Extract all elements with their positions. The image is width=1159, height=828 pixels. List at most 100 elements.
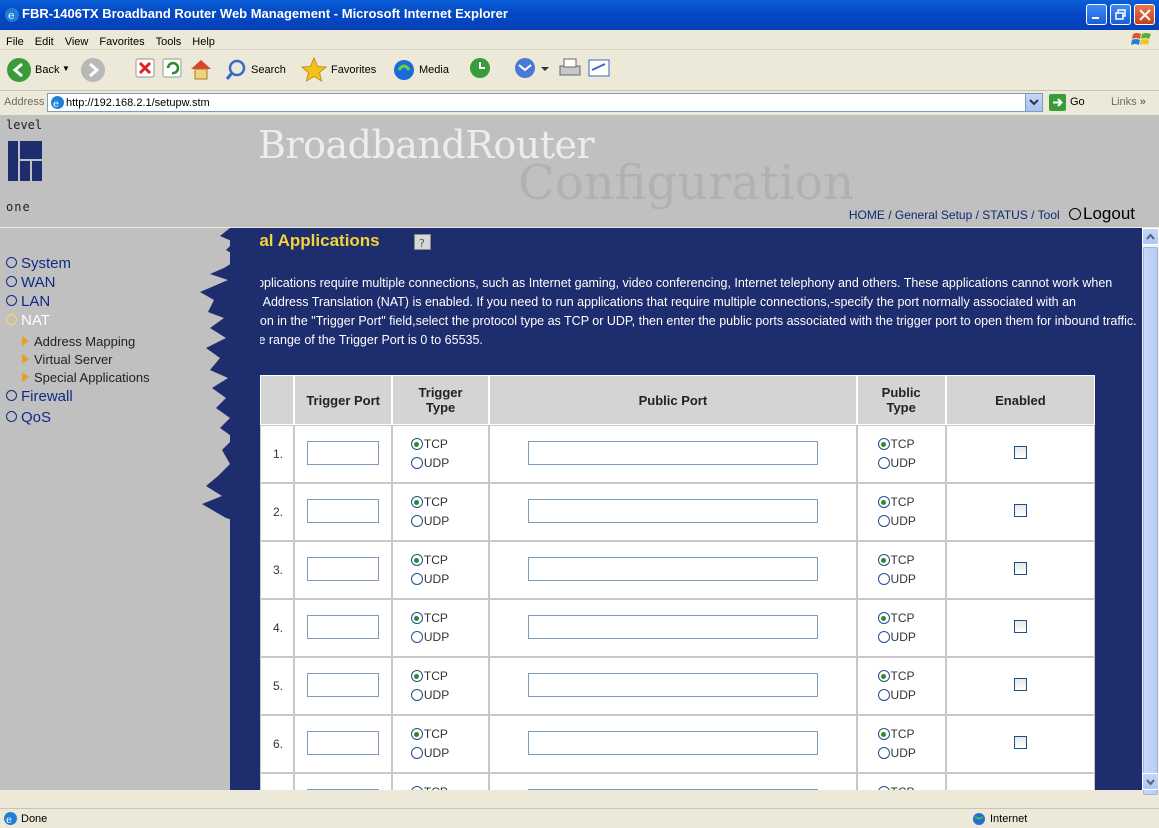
address-input[interactable]: e http://192.168.2.1/setupw.stm [47,93,1043,112]
close-button[interactable] [1134,4,1155,25]
public-type-udp-radio[interactable]: UDP [877,744,945,763]
radio-icon [877,554,890,566]
history-button[interactable] [468,56,492,86]
refresh-button[interactable] [161,56,183,86]
sidebar-sub-address-mapping[interactable]: Address Mapping [22,334,135,349]
trigger-port-input[interactable] [307,556,380,581]
public-type-udp-radio[interactable]: UDP [877,686,945,705]
trigger-type-udp-radio[interactable]: UDP [410,686,488,705]
menu-tools[interactable]: Tools [150,33,187,48]
sidebar-item-nat[interactable]: NAT [6,312,50,329]
enabled-checkbox[interactable] [1013,620,1027,633]
trigger-port-input[interactable] [307,498,380,523]
menu-edit[interactable]: Edit [29,33,59,48]
sidebar-item-lan[interactable]: LAN [6,293,50,310]
scroll-thumb[interactable] [1143,247,1158,795]
favorites-label: Favorites [331,64,377,76]
home-button[interactable] [188,56,214,86]
trigger-type-udp-radio[interactable]: UDP [410,454,488,473]
trigger-type-tcp-radio[interactable]: TCP [410,783,488,790]
help-icon[interactable]: ? [414,234,431,250]
trigger-port-input[interactable] [307,730,380,755]
table-row: 5. TCP UDP TCP UDP [260,657,1095,715]
trigger-type-tcp-radio[interactable]: TCP [410,609,488,628]
trigger-port-input[interactable] [307,788,380,790]
sidebar-item-label: NAT [21,312,50,329]
trigger-port-input[interactable] [307,614,380,639]
vertical-scrollbar[interactable] [1142,228,1159,795]
menu-file[interactable]: File [0,33,29,48]
menu-help[interactable]: Help [186,33,220,48]
sidebar-item-firewall[interactable]: Firewall [6,388,73,405]
minimize-button[interactable] [1086,4,1107,25]
radio-label: TCP [890,495,915,509]
trigger-type-udp-radio[interactable]: UDP [410,570,488,589]
trigger-type-tcp-radio[interactable]: TCP [410,551,488,570]
enabled-checkbox[interactable] [1013,504,1027,517]
public-port-input[interactable] [527,788,818,790]
public-port-input[interactable] [527,498,818,523]
search-button[interactable]: Search [224,56,298,86]
mail-button[interactable] [513,56,549,86]
toolbar: Back ▼ Search Favorites Media [0,51,1159,91]
stop-button[interactable] [134,56,156,86]
scroll-up-button[interactable] [1142,228,1159,245]
enabled-checkbox[interactable] [1013,446,1027,459]
menu-view[interactable]: View [59,33,94,48]
media-button[interactable]: Media [391,56,461,86]
public-type-tcp-radio[interactable]: TCP [877,725,945,744]
public-type-udp-radio[interactable]: UDP [877,512,945,531]
trigger-type-tcp-radio[interactable]: TCP [410,493,488,512]
enabled-checkbox[interactable] [1013,678,1027,691]
public-type-tcp-radio[interactable]: TCP [877,493,945,512]
public-port-cell [489,715,857,773]
back-dropdown-icon[interactable]: ▼ [62,64,70,73]
sidebar-sub-special-applications[interactable]: Special Applications [22,370,150,385]
public-port-input[interactable] [527,556,818,581]
sidebar-item-qos[interactable]: QoS [6,409,51,426]
nav-general-setup-link[interactable]: General Setup [895,208,972,222]
trigger-type-tcp-radio[interactable]: TCP [410,667,488,686]
trigger-type-udp-radio[interactable]: UDP [410,744,488,763]
trigger-type-tcp-radio[interactable]: TCP [410,435,488,454]
trigger-type-udp-radio[interactable]: UDP [410,628,488,647]
public-port-input[interactable] [527,440,818,465]
trigger-type-udp-radio[interactable]: UDP [410,512,488,531]
radio-label: UDP [423,456,450,470]
trigger-type-tcp-radio[interactable]: TCP [410,725,488,744]
public-type-udp-radio[interactable]: UDP [877,628,945,647]
public-type-tcp-radio[interactable]: TCP [877,667,945,686]
nav-status-link[interactable]: STATUS [982,208,1028,222]
trigger-port-input[interactable] [307,672,380,697]
favorites-button[interactable]: Favorites [300,56,384,86]
nav-home-link[interactable]: HOME [849,208,885,222]
address-dropdown-icon[interactable] [1025,94,1042,111]
menu-favorites[interactable]: Favorites [93,33,149,48]
scroll-down-button[interactable] [1142,773,1159,790]
public-port-input[interactable] [527,614,818,639]
sidebar-sub-virtual-server[interactable]: Virtual Server [22,352,113,367]
public-type-tcp-radio[interactable]: TCP [877,435,945,454]
go-button[interactable]: Go [1049,93,1091,112]
print-button[interactable] [557,56,583,86]
public-type-udp-radio[interactable]: UDP [877,454,945,473]
back-button[interactable]: Back ▼ [6,56,70,86]
sidebar-item-system[interactable]: System [6,255,71,272]
links-label[interactable]: Links » [1111,96,1146,108]
logout-link[interactable]: Logout [1069,204,1135,223]
sidebar-item-wan[interactable]: WAN [6,274,55,291]
nav-tool-link[interactable]: Tool [1038,208,1060,222]
public-type-tcp-radio[interactable]: TCP [877,551,945,570]
enabled-checkbox[interactable] [1013,736,1027,749]
enabled-checkbox[interactable] [1013,562,1027,575]
public-type-tcp-radio[interactable]: TCP [877,609,945,628]
trigger-port-input[interactable] [307,440,380,465]
table-row: 6. TCP UDP TCP UDP [260,715,1095,773]
restore-button[interactable] [1110,4,1131,25]
public-port-input[interactable] [527,730,818,755]
forward-button[interactable] [80,56,116,86]
public-type-udp-radio[interactable]: UDP [877,570,945,589]
edit-button[interactable] [586,56,612,86]
public-type-tcp-radio[interactable]: TCP [877,783,945,790]
public-port-input[interactable] [527,672,818,697]
